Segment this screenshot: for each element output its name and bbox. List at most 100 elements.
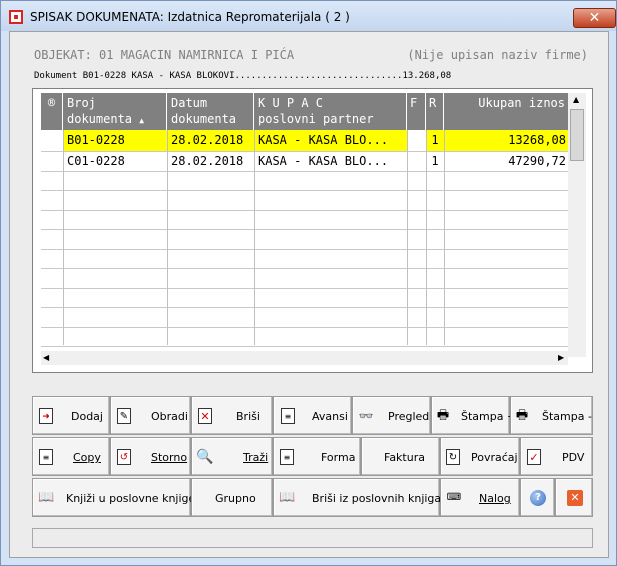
nalog-button[interactable]: ⌨ Nalog — [440, 478, 520, 517]
row-broj-cell: B01-0228 — [63, 130, 167, 151]
column-header-broj[interactable]: Broj dokumenta ▲ — [63, 93, 167, 130]
vertical-scrollbar[interactable]: ▲ — [568, 93, 586, 357]
keyboard-icon: ⌨ — [446, 492, 462, 503]
table-row-2[interactable]: C01-0228 28.02.2018 KASA - KASA BLO... 1… — [41, 151, 568, 172]
faktura-button[interactable]: Faktura — [361, 437, 440, 476]
scroll-right-icon[interactable]: ▶ — [558, 353, 564, 362]
row-iznos-cell: 13268,08 — [444, 130, 570, 151]
avansi-button[interactable]: ≡ Avansi — [273, 396, 352, 435]
column-header-broj-line1: Broj — [67, 96, 96, 110]
objekat-label: OBJEKAT: 01 MAGACIN NAMIRNICA I PIĆA — [34, 48, 295, 62]
grid-col-line — [426, 130, 427, 345]
app-icon — [9, 10, 23, 24]
forma-button[interactable]: ≡ Forma — [273, 437, 361, 476]
obradi-label: Obradi — [151, 410, 188, 423]
help-icon: ? — [530, 490, 546, 506]
column-header-broj-line2: dokumenta ▲ — [67, 111, 162, 129]
vertical-scroll-thumb[interactable] — [570, 109, 584, 161]
document-summary: Dokument B01-0228 KASA - KASA BLOKOVI...… — [34, 71, 452, 81]
pregled-button[interactable]: 👓 Pregled — [352, 396, 431, 435]
nalog-label: Nalog — [479, 492, 511, 505]
dodaj-button[interactable]: ➜ Dodaj — [32, 396, 110, 435]
grupno-button[interactable]: Grupno — [191, 478, 273, 517]
row-r-cell: 1 — [426, 130, 444, 151]
grid-col-line — [167, 130, 168, 345]
knjizi-label: Knjiži u poslovne knjige * — [66, 492, 205, 505]
grid-row-line — [41, 307, 568, 308]
row-iznos-cell: 47290,72 — [508, 154, 566, 168]
knjizi-button[interactable]: 📖 Knjiži u poslovne knjige * — [32, 478, 204, 517]
pdv-label: PDV — [562, 451, 585, 464]
grid-row-line — [41, 209, 568, 211]
row-datum-cell: 28.02.2018 — [167, 130, 254, 151]
stampa-plus-label: Štampa + — [461, 410, 517, 423]
pregled-label: Pregled — [388, 410, 430, 423]
column-header-datum[interactable]: Datum dokumenta — [167, 93, 254, 130]
row-r-cell: 1 — [431, 154, 439, 168]
forma-label: Forma — [321, 451, 356, 464]
grid-row-line — [41, 326, 568, 328]
column-header-mark[interactable]: ® — [41, 93, 63, 130]
grid-row-line — [41, 190, 568, 191]
copy-document-icon: ≡ — [39, 449, 53, 465]
stampa-plus-button[interactable]: 🖶 Štampa + — [431, 396, 516, 435]
glasses-icon: 👓 — [358, 409, 374, 423]
window: SPISAK DOKUMENATA: Izdatnica Repromateri… — [0, 0, 617, 566]
column-header-iznos[interactable]: Ukupan iznos — [444, 93, 570, 130]
client-area: OBJEKAT: 01 MAGACIN NAMIRNICA I PIĆA (Ni… — [9, 31, 609, 558]
sort-ascending-icon: ▲ — [139, 116, 145, 125]
grid-row-line — [41, 287, 568, 289]
column-header-f[interactable]: F — [407, 93, 426, 130]
row-f-cell — [407, 130, 426, 151]
status-bar — [32, 528, 593, 548]
scroll-left-icon[interactable]: ◀ — [43, 353, 49, 362]
firma-label: (Nije upisan naziv firme) — [407, 48, 588, 62]
window-title: SPISAK DOKUMENATA: Izdatnica Repromateri… — [30, 10, 350, 24]
storno-button[interactable]: ↺ Storno — [110, 437, 191, 476]
delete-document-icon: ✕ — [198, 408, 212, 424]
grid-row-line — [41, 151, 568, 152]
grid-row-line — [41, 268, 568, 269]
obradi-button[interactable]: ✎ Obradi — [110, 396, 191, 435]
column-header-kupac[interactable]: K U P A C poslovni partner — [254, 93, 407, 130]
return-document-icon: ↻ — [446, 449, 460, 465]
grid-row-line — [41, 170, 568, 172]
scroll-up-icon[interactable]: ▲ — [573, 95, 579, 104]
printer-icon: 🖶 — [515, 408, 529, 423]
column-header-r[interactable]: R — [426, 93, 444, 130]
trazi-button[interactable]: 🔍 Traži — [191, 437, 273, 476]
table-row-1[interactable]: B01-0228 28.02.2018 KASA - KASA BLO... 1… — [41, 130, 570, 151]
column-header-datum-line2: dokumenta — [171, 112, 237, 126]
title-bar[interactable]: SPISAK DOKUMENATA: Izdatnica Repromateri… — [1, 1, 616, 31]
column-header-kupac-line1: K U P A C — [258, 96, 324, 110]
documents-grid[interactable]: ® Broj dokumenta ▲ Datum dokumenta K U P… — [32, 88, 593, 373]
form-document-icon: ≡ — [280, 449, 294, 465]
grid-row-line — [41, 229, 568, 230]
window-close-button[interactable]: ✕ — [573, 8, 616, 28]
edit-document-icon: ✎ — [117, 408, 131, 424]
grid-col-line — [444, 130, 445, 345]
book-icon: 📖 — [38, 490, 55, 505]
copy-label: Copy — [73, 451, 101, 464]
brisi-knjige-button[interactable]: 📖 Briši iz poslovnih knjiga — [273, 478, 441, 517]
add-document-icon: ➜ — [39, 408, 53, 424]
horizontal-scrollbar[interactable]: ◀ ▶ — [41, 351, 568, 365]
close-icon: ✕ — [567, 490, 583, 506]
stampa-minus-button[interactable]: 🖶 Štampa - — [510, 396, 593, 435]
column-header-kupac-line2: poslovni partner — [258, 112, 374, 126]
copy-button[interactable]: ≡ Copy — [32, 437, 110, 476]
grid-col-line — [63, 130, 64, 345]
povracaj-button[interactable]: ↻ Povraćaj — [440, 437, 520, 476]
column-header-broj-text: dokumenta — [67, 112, 133, 126]
brisi-button[interactable]: ✕ Briši — [191, 396, 273, 435]
row-datum-cell: 28.02.2018 — [171, 154, 244, 168]
column-header-mark-text: ® — [47, 96, 56, 110]
avansi-label: Avansi — [312, 410, 348, 423]
pdv-button[interactable]: ✓ PDV — [520, 437, 593, 476]
row-f-cell — [407, 151, 426, 172]
help-button[interactable]: ? — [520, 478, 555, 517]
checkmark-icon: ✓ — [527, 449, 541, 465]
row-kupac-cell: KASA - KASA BLO... — [258, 154, 389, 168]
exit-button[interactable]: ✕ — [555, 478, 593, 517]
grid-row-line — [41, 346, 568, 347]
